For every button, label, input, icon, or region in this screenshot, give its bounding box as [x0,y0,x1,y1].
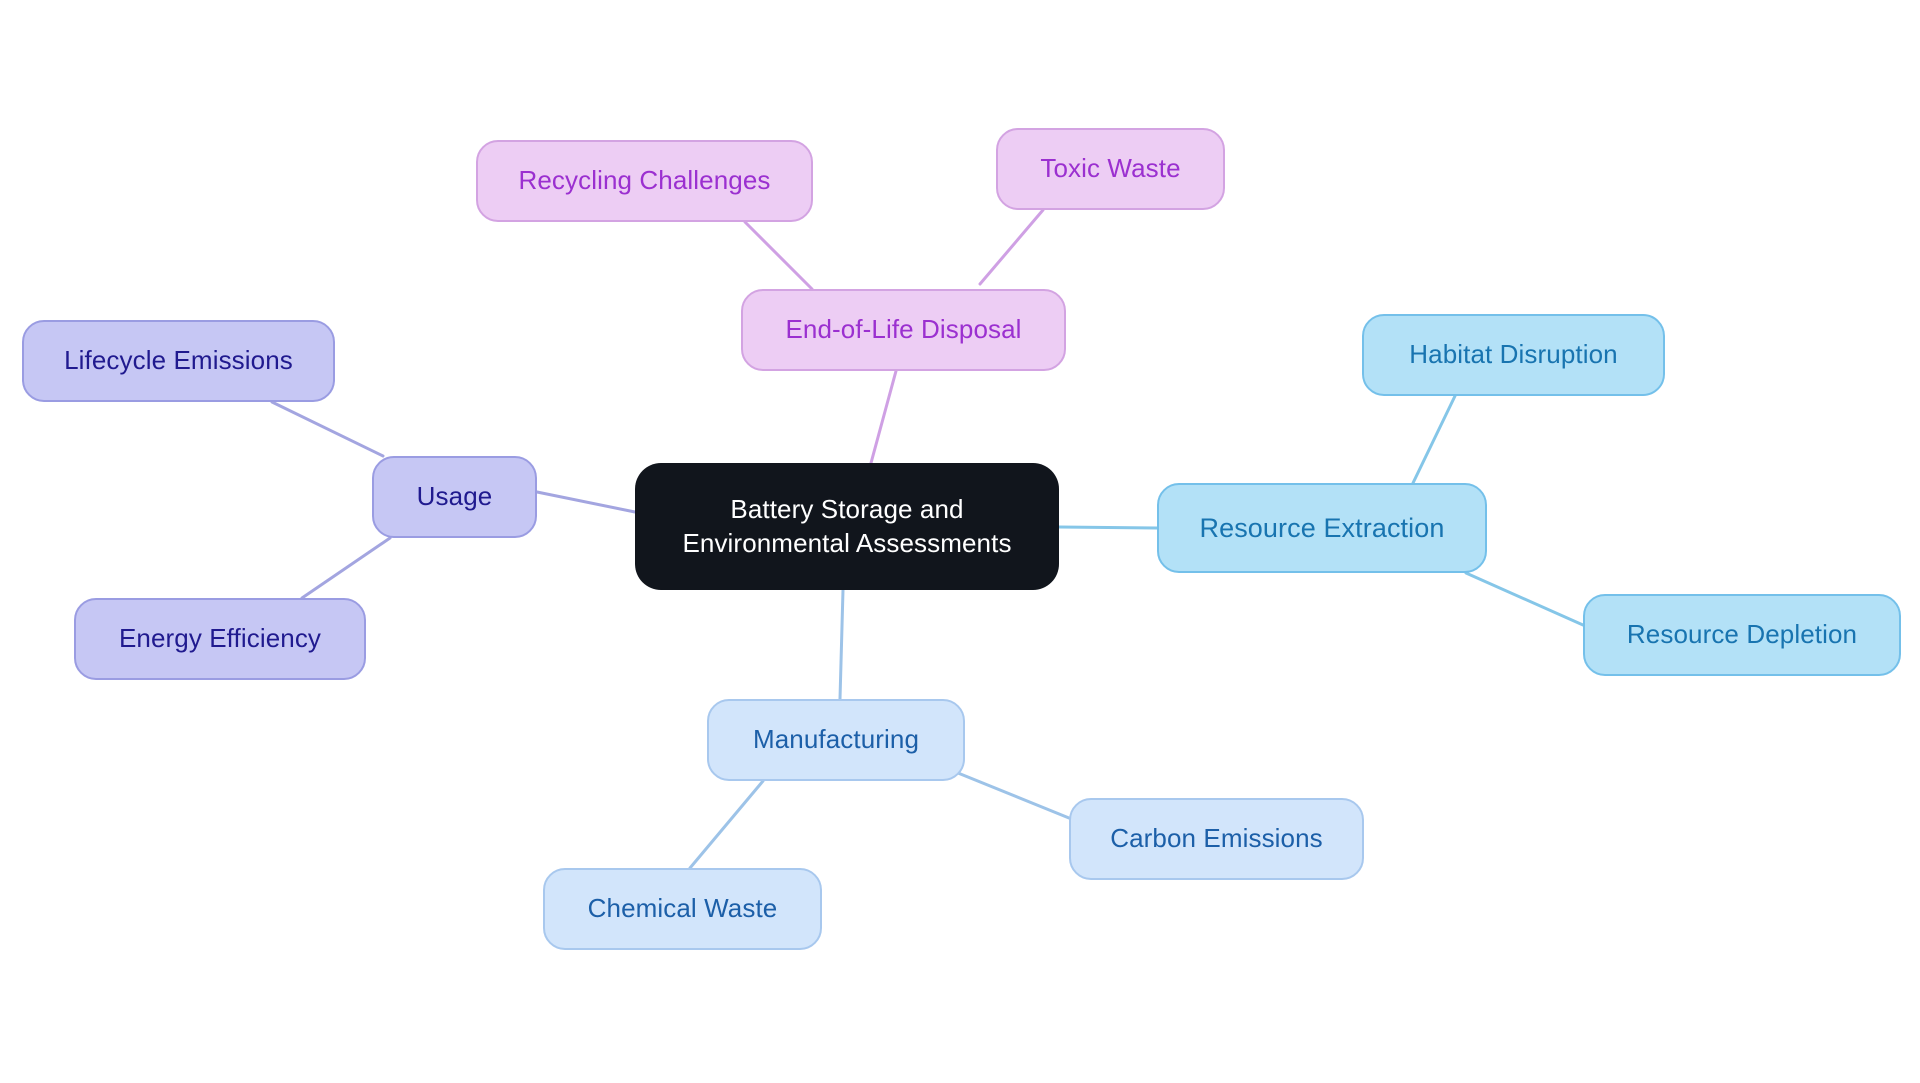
node-label-root: Battery Storage and Environmental Assess… [682,494,1012,558]
edge-manufacturing-carbon-emissions [956,771,1071,820]
edge-resource-extraction-habitat-disruption [1411,394,1457,485]
node-label-lifecycle-emissions: Lifecycle Emissions [64,345,293,376]
edge-root-usage [535,490,637,514]
node-manufacturing[interactable]: Manufacturing [707,699,965,781]
node-carbon-emissions[interactable]: Carbon Emissions [1069,798,1364,880]
node-end-of-life-disposal[interactable]: End-of-Life Disposal [741,289,1066,371]
node-label-manufacturing: Manufacturing [752,724,920,755]
node-label-usage: Usage [416,481,493,512]
node-label-energy-efficiency: Energy Efficiency [118,623,322,654]
edge-manufacturing-chemical-waste [688,779,765,870]
edge-end-of-life-disposal-toxic-waste [978,208,1045,286]
edge-root-manufacturing [838,588,845,701]
node-habitat-disruption[interactable]: Habitat Disruption [1362,314,1665,396]
node-resource-depletion[interactable]: Resource Depletion [1583,594,1901,676]
node-label-chemical-waste: Chemical Waste [587,893,778,924]
node-label-end-of-life-disposal: End-of-Life Disposal [785,314,1022,345]
node-label-recycling-challenges: Recycling Challenges [518,165,771,196]
node-label-resource-depletion: Resource Depletion [1626,619,1858,650]
node-energy-efficiency[interactable]: Energy Efficiency [74,598,366,680]
edge-usage-lifecycle-emissions [270,400,385,458]
edge-resource-extraction-resource-depletion [1464,571,1585,627]
node-usage[interactable]: Usage [372,456,537,538]
node-chemical-waste[interactable]: Chemical Waste [543,868,822,950]
node-label-toxic-waste: Toxic Waste [1040,153,1181,184]
edge-root-end-of-life-disposal [869,369,898,465]
node-label-carbon-emissions: Carbon Emissions [1110,823,1323,854]
node-label-resource-extraction: Resource Extraction [1199,512,1445,543]
node-resource-extraction[interactable]: Resource Extraction [1157,483,1487,573]
edge-root-resource-extraction [1057,525,1159,530]
node-lifecycle-emissions[interactable]: Lifecycle Emissions [22,320,335,402]
node-root[interactable]: Battery Storage and Environmental Assess… [635,463,1059,590]
edge-usage-energy-efficiency [300,536,392,600]
node-recycling-challenges[interactable]: Recycling Challenges [476,140,813,222]
node-toxic-waste[interactable]: Toxic Waste [996,128,1225,210]
node-label-habitat-disruption: Habitat Disruption [1409,339,1618,370]
mindmap-canvas: Battery Storage and Environmental Assess… [0,0,1920,1083]
edge-end-of-life-disposal-recycling-challenges [743,220,814,291]
